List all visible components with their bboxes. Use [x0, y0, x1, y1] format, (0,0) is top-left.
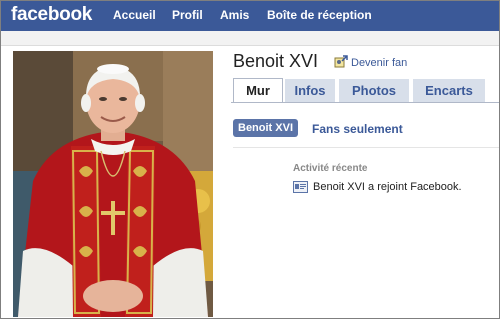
tab-photos[interactable]: Photos [339, 79, 409, 102]
facebook-logo[interactable]: facebook [11, 4, 92, 26]
nav-boite-de-reception[interactable]: Boîte de réception [267, 8, 372, 22]
become-fan-link[interactable]: Devenir fan [334, 55, 407, 72]
facebook-window: facebook Accueil Profil Amis Boîte de ré… [0, 0, 500, 319]
fan-icon [334, 55, 348, 72]
top-navigation-bar: facebook Accueil Profil Amis Boîte de ré… [1, 1, 499, 31]
nav-amis[interactable]: Amis [220, 8, 249, 22]
header-shadow-bar [1, 31, 499, 46]
filter-benoit-xvi[interactable]: Benoit XVI [233, 119, 299, 137]
activity-item: Benoit XVI a rejoint Facebook. [293, 181, 462, 196]
nav-profil[interactable]: Profil [172, 8, 203, 22]
profile-photo[interactable] [13, 51, 213, 317]
tabs-underline [231, 102, 499, 103]
profile-card-icon [293, 181, 308, 196]
become-fan-label: Devenir fan [351, 57, 408, 69]
tab-mur[interactable]: Mur [233, 78, 283, 103]
profile-photo-illustration [13, 51, 213, 317]
recent-activity-heading: Activité récente [293, 163, 368, 174]
tab-infos[interactable]: Infos [285, 79, 335, 102]
nav-accueil[interactable]: Accueil [113, 8, 156, 22]
tab-encarts[interactable]: Encarts [413, 79, 485, 102]
activity-text: Benoit XVI a rejoint Facebook. [313, 181, 462, 193]
filter-fans-seulement[interactable]: Fans seulement [312, 122, 403, 136]
wall-divider [233, 147, 499, 148]
profile-name: Benoit XVI [233, 51, 319, 71]
